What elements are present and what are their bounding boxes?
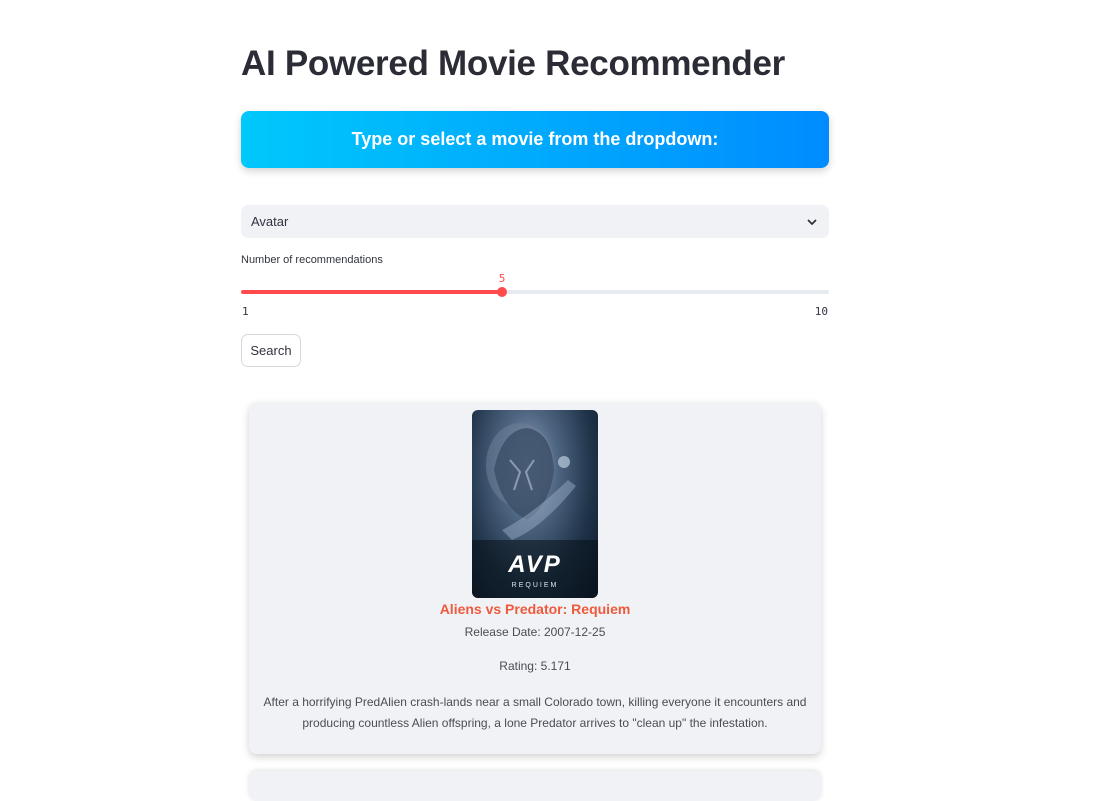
slider-label: Number of recommendations xyxy=(241,254,383,266)
recommendation-card: AVP REQUIEM Aliens vs Predator: Requiem … xyxy=(249,402,821,754)
poster-subtitle: REQUIEM xyxy=(511,582,559,589)
movie-overview: After a horrifying PredAlien crash-lands… xyxy=(263,695,807,730)
slider-track[interactable] xyxy=(241,287,829,297)
chevron-down-icon[interactable] xyxy=(805,215,819,229)
slider-fill xyxy=(241,290,502,294)
slider-max: 10 xyxy=(814,305,828,318)
search-button[interactable]: Search xyxy=(241,334,301,367)
instruction-banner: Type or select a movie from the dropdown… xyxy=(241,111,829,168)
rating: Rating: 5.171 xyxy=(499,659,571,673)
recommendation-card-next xyxy=(249,771,821,801)
movie-title[interactable]: Aliens vs Predator: Requiem xyxy=(249,601,821,617)
slider-value: 5 xyxy=(498,272,506,285)
movie-select-value: Avatar xyxy=(251,214,289,229)
movie-select[interactable]: Avatar xyxy=(241,205,829,238)
release-date: Release Date: 2007-12-25 xyxy=(464,625,606,639)
slider-thumb[interactable] xyxy=(497,287,507,297)
page-title: AI Powered Movie Recommender xyxy=(241,44,785,83)
poster-logo: AVP xyxy=(508,551,562,578)
movie-poster: AVP REQUIEM xyxy=(472,410,598,598)
slider-min: 1 xyxy=(242,305,249,318)
